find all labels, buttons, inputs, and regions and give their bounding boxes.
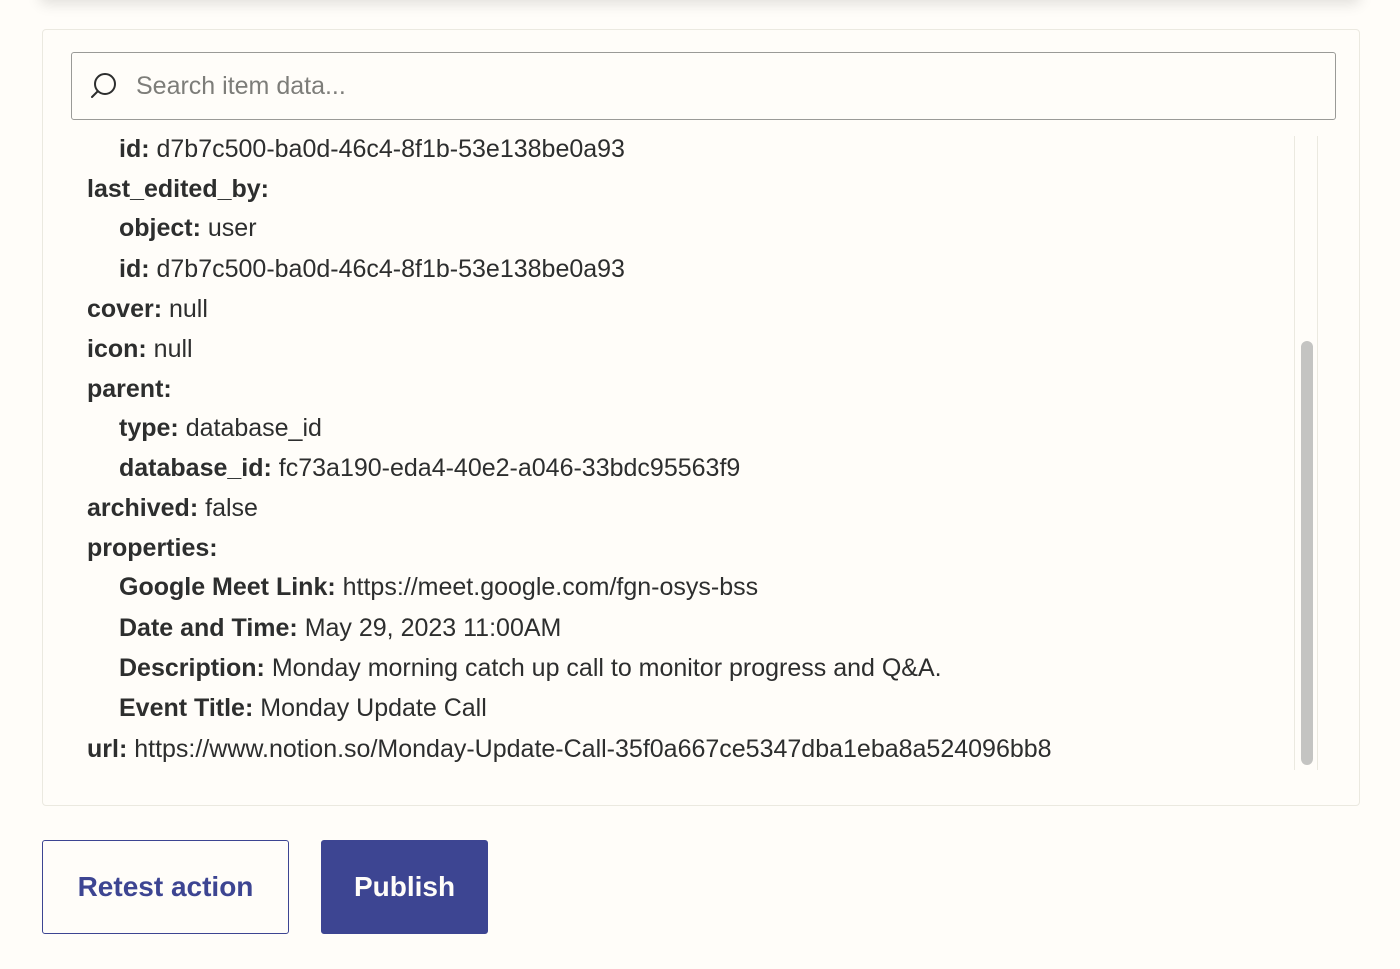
data-key: Google Meet Link:: [119, 573, 336, 601]
data-row: Date and Time: May 29, 2023 11:00AM: [119, 612, 561, 644]
data-key: Event Title:: [119, 694, 254, 722]
data-value: false: [205, 494, 258, 522]
data-value: d7b7c500-ba0d-46c4-8f1b-53e138be0a93: [156, 255, 625, 283]
data-row: last_edited_by:: [87, 173, 269, 205]
data-row: archived: false: [87, 492, 258, 524]
data-value: Monday morning catch up call to monitor …: [271, 654, 942, 682]
data-key: icon:: [87, 335, 147, 363]
data-value: https://meet.google.com/fgn-osys-bss: [342, 573, 759, 601]
data-value: null: [153, 335, 193, 363]
data-key: id:: [119, 255, 150, 283]
data-value: May 29, 2023 11:00AM: [304, 614, 562, 642]
data-row: Description: Monday morning catch up cal…: [119, 652, 942, 684]
data-row: Event Title: Monday Update Call: [119, 692, 487, 724]
data-key: id:: [119, 136, 150, 163]
data-row: properties:: [87, 532, 218, 564]
search-input[interactable]: [136, 66, 1335, 106]
data-key: object:: [119, 214, 201, 242]
data-row: object: user: [119, 212, 257, 244]
data-key: last_edited_by:: [87, 175, 270, 203]
data-value: database_id: [185, 414, 322, 442]
scrollbar[interactable]: [1294, 136, 1318, 770]
item-data-list: id: d7b7c500-ba0d-46c4-8f1b-53e138be0a93…: [43, 136, 1293, 776]
data-value: Monday Update Call: [260, 694, 487, 722]
data-value: null: [169, 295, 208, 323]
data-key: Date and Time:: [119, 614, 298, 642]
data-key: url:: [87, 735, 128, 763]
data-row: database_id: fc73a190-eda4-40e2-a046-33b…: [119, 452, 740, 484]
data-row: type: database_id: [119, 412, 322, 444]
data-key: database_id:: [119, 454, 272, 482]
data-key: type:: [119, 414, 179, 442]
data-row: id: d7b7c500-ba0d-46c4-8f1b-53e138be0a93: [119, 253, 625, 285]
data-value: fc73a190-eda4-40e2-a046-33bdc95563f9: [278, 454, 741, 482]
data-value: user: [207, 214, 257, 242]
data-key: cover:: [87, 295, 163, 323]
retest-action-button[interactable]: Retest action: [42, 840, 289, 934]
data-row: url: https://www.notion.so/Monday-Update…: [87, 733, 1052, 765]
data-row: Google Meet Link: https://meet.google.co…: [119, 571, 758, 603]
data-key: parent:: [87, 375, 172, 403]
data-key: Description:: [119, 654, 265, 682]
data-row: icon: null: [87, 333, 193, 365]
data-row: id: d7b7c500-ba0d-46c4-8f1b-53e138be0a93: [119, 136, 625, 165]
data-value: https://www.notion.so/Monday-Update-Call…: [134, 735, 1052, 763]
item-data-panel: id: d7b7c500-ba0d-46c4-8f1b-53e138be0a93…: [42, 29, 1360, 806]
publish-button[interactable]: Publish: [321, 840, 488, 934]
scrollbar-thumb[interactable]: [1301, 341, 1313, 765]
search-icon: [88, 70, 120, 102]
data-key: archived:: [87, 494, 199, 522]
data-row: cover: null: [87, 293, 208, 325]
data-value: d7b7c500-ba0d-46c4-8f1b-53e138be0a93: [156, 136, 625, 163]
search-box[interactable]: [71, 52, 1336, 120]
data-key: properties:: [87, 534, 218, 562]
data-row: parent:: [87, 373, 172, 405]
